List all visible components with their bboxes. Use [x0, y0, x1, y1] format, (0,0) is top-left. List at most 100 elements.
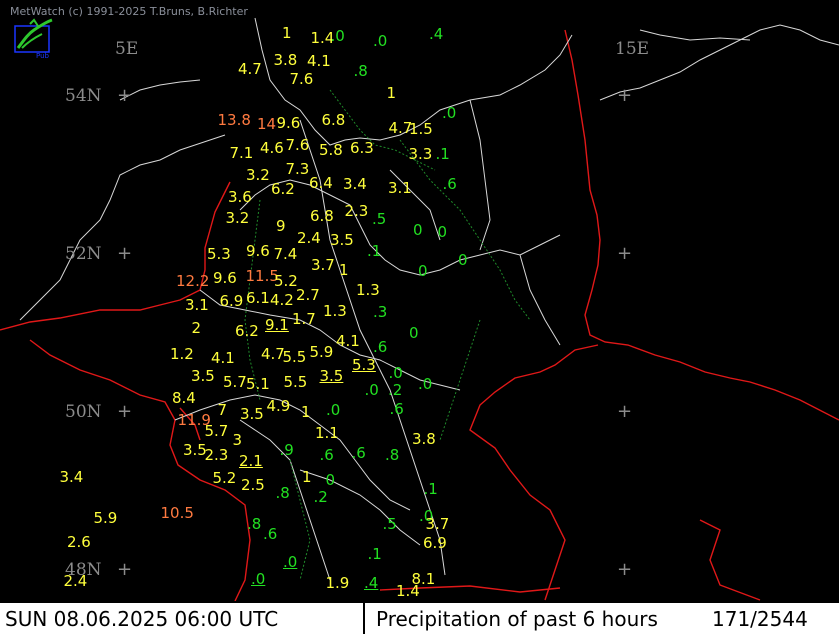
precip-value: 1.3: [356, 281, 380, 300]
precip-value: 9: [276, 216, 286, 235]
precip-value: .8: [275, 483, 290, 502]
precip-value: 3.8: [273, 50, 298, 69]
precip-value: 5.3: [207, 245, 231, 263]
precip-value: 9.6: [246, 241, 270, 260]
grid-cross-icon: +: [117, 559, 133, 580]
precip-value: 0: [418, 262, 428, 281]
precip-value: 7.6: [285, 135, 310, 154]
precip-value: .0: [283, 553, 298, 572]
precip-value: 5.3: [352, 355, 376, 374]
precip-value: .6: [442, 175, 457, 194]
precip-value: 5.2: [274, 271, 298, 290]
precip-value: .0: [418, 374, 433, 393]
precip-value: 0: [409, 324, 419, 342]
precip-value: 1: [386, 83, 397, 102]
precip-value: 2.4: [63, 572, 88, 591]
precip-value: .0: [251, 570, 266, 589]
precip-value: .6: [319, 445, 334, 464]
product-label: Precipitation of past 6 hours: [376, 607, 658, 631]
svg-text:Pub: Pub: [36, 52, 50, 60]
precip-value: 3.4: [343, 175, 367, 194]
precip-value: 4.6: [260, 139, 284, 158]
precip-value: 3.6: [228, 188, 252, 207]
precip-value: .1: [367, 545, 382, 564]
precip-value: 1.2: [170, 344, 194, 363]
precip-value: 8.4: [172, 388, 196, 407]
precip-value: 7.3: [285, 159, 310, 178]
precip-value: 1: [339, 260, 349, 279]
station-count: 171/2544: [712, 607, 808, 631]
precip-value: .8: [385, 445, 400, 464]
datetime-label: SUN 08.06.2025 06:00 UTC: [5, 607, 279, 631]
precip-value: .4: [429, 25, 444, 44]
precip-value: 14: [257, 115, 277, 134]
precip-value: 3.5: [319, 366, 344, 385]
precip-value: .0: [442, 104, 457, 123]
grid-cross-icon: +: [117, 85, 133, 106]
precip-value: .8: [247, 515, 262, 534]
grid-cross-icon: +: [117, 243, 133, 264]
precip-map: MetWatch (c) 1991-2025 T.Bruns, B.Richte…: [0, 0, 839, 634]
precip-value: 12.2: [176, 271, 210, 290]
status-bar: SUN 08.06.2025 06:00 UTC Precipitation o…: [0, 601, 839, 634]
precip-value: 3.3: [408, 145, 433, 164]
precip-value: 2.4: [297, 229, 321, 248]
precip-value: .1: [423, 480, 438, 499]
precip-value: 2.5: [241, 475, 265, 494]
grid-cross-icon: +: [117, 401, 133, 422]
precip-value: 7: [217, 401, 228, 420]
precip-value: 4.1: [336, 331, 360, 350]
precip-value: 10.5: [160, 504, 194, 523]
precip-value: 3.5: [240, 404, 264, 423]
precip-value: 9.1: [265, 316, 289, 335]
precip-value: .8: [353, 61, 368, 80]
precip-value: 1: [301, 403, 311, 421]
precip-value: 3.2: [225, 208, 250, 227]
precip-value: 6.4: [309, 173, 333, 192]
precip-value: 9.6: [213, 268, 237, 287]
metwatch-logo-icon: Pub: [14, 18, 53, 60]
grid-label: 54N: [65, 86, 102, 106]
precip-value: 6.9: [219, 292, 244, 311]
precip-value: 0: [325, 470, 336, 489]
precip-value: 3.5: [330, 230, 354, 249]
precip-value: 1.5: [409, 120, 433, 139]
precip-value: 2.1: [239, 451, 263, 470]
precip-value: 1.4: [396, 582, 420, 600]
grid-label: 5E: [115, 38, 139, 59]
precip-value: 6.8: [321, 110, 346, 129]
precip-value: 2.6: [67, 532, 91, 551]
grid-cross-icon: +: [617, 85, 633, 106]
precip-value: 9.6: [276, 113, 301, 132]
precip-value: 1: [302, 467, 312, 486]
precip-value: 2: [191, 319, 202, 338]
precip-value: 0: [437, 222, 448, 241]
precip-value: .0: [326, 401, 341, 420]
precip-value: .6: [373, 338, 388, 357]
precip-value: 5.5: [283, 372, 308, 391]
precip-value: 3.7: [311, 256, 335, 275]
precip-value: 5.7: [204, 421, 229, 440]
precip-value: 6.3: [350, 139, 374, 158]
precip-value: 1.7: [292, 309, 316, 328]
precip-value: 5.5: [282, 347, 307, 366]
divider: [363, 603, 365, 634]
precip-value: .2: [388, 380, 403, 399]
precip-value: .6: [389, 399, 404, 418]
precip-value: 4.2: [270, 290, 294, 309]
precip-value: 5.9: [309, 342, 334, 361]
precip-value: 6.9: [423, 534, 447, 553]
precip-value: .1: [435, 145, 450, 164]
precip-value: 4.1: [211, 349, 235, 368]
precip-value: .1: [367, 241, 382, 260]
precip-value: 5.7: [223, 372, 247, 391]
precip-value: .5: [382, 515, 397, 534]
grid-cross-icon: +: [617, 401, 633, 422]
precip-value: 6.2: [271, 180, 295, 199]
precip-value: 1.9: [325, 573, 350, 592]
precip-value: 13.8: [217, 110, 251, 129]
precip-value: 3.8: [412, 429, 436, 448]
precip-value: 1.1: [315, 423, 339, 442]
precip-value: 4.1: [307, 52, 331, 71]
precip-value: 3.1: [185, 295, 209, 314]
